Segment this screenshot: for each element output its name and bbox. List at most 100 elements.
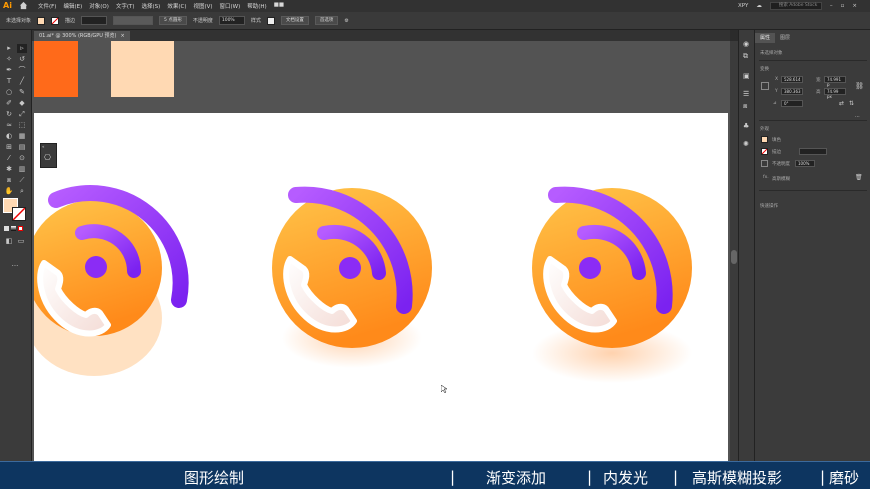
lasso-icon[interactable]: ↺ (17, 55, 27, 64)
x-field[interactable]: 528.614 (781, 76, 803, 83)
symbol-icon[interactable]: ⎔ (44, 153, 51, 162)
workspace-switcher[interactable]: XPY (738, 3, 748, 9)
close-tab-icon[interactable]: × (120, 33, 124, 39)
eyedropper-icon[interactable]: ⁄ (4, 154, 14, 163)
appearance-title: 外观 (760, 127, 769, 132)
perspective-grid-icon[interactable]: ▦ (17, 132, 27, 141)
orange-swatch-square[interactable] (34, 41, 78, 97)
minimize-icon[interactable]: – (830, 3, 833, 9)
flip-horizontal-icon[interactable]: ⇄ (839, 100, 844, 107)
properties-panel-icon[interactable]: ◉ (743, 40, 749, 48)
width-field[interactable]: 74.991 p (824, 76, 846, 87)
blend-tool-icon[interactable]: ⊙ (17, 154, 27, 163)
color-mode-icon[interactable] (4, 226, 9, 231)
gradient-mode-icon[interactable] (11, 226, 16, 231)
constrain-link-icon[interactable]: ⛓ (855, 82, 864, 90)
curvature-tool-icon[interactable]: ⌒ (17, 66, 27, 75)
trash-icon[interactable]: 🗑 (855, 174, 863, 181)
variable-width-profile[interactable] (113, 16, 154, 25)
floating-tool-panel: « ⎔ (40, 143, 57, 168)
tab-layers[interactable]: 图层 (775, 33, 795, 43)
phone-icon-draft[interactable] (34, 185, 189, 376)
opacity-label: 不透明度 (192, 18, 213, 24)
more-tools-icon[interactable]: ··· (10, 262, 20, 271)
shape-builder-icon[interactable]: ◐ (4, 132, 14, 141)
opacity-field-panel[interactable]: 100% (795, 160, 815, 167)
rotate-tool-icon[interactable]: ↻ (4, 110, 14, 119)
close-icon[interactable]: × (852, 3, 857, 9)
menu-edit[interactable]: 编辑(E) (63, 2, 82, 10)
peach-swatch-square[interactable] (111, 41, 174, 97)
fill-swatch-panel[interactable] (761, 136, 768, 143)
shaper-tool-icon[interactable]: ✐ (4, 99, 14, 108)
document-setup-button[interactable]: 文档设置 (280, 16, 309, 25)
style-swatch[interactable] (266, 16, 275, 25)
selection-tool-icon[interactable]: ▸ (4, 44, 14, 53)
cloud-icon[interactable]: ☁ (756, 3, 762, 9)
collapse-icon[interactable]: « (42, 144, 44, 149)
brush-definition[interactable]: 5 点圆形 (159, 16, 187, 25)
menu-view[interactable]: 视图(V) (193, 2, 212, 10)
height-field[interactable]: 74.99 px (824, 88, 846, 99)
direct-selection-tool-icon[interactable]: ▹ (17, 44, 27, 53)
stroke-weight-field[interactable] (799, 148, 827, 155)
eraser-icon[interactable]: ◆ (17, 99, 27, 108)
draw-mode-icon[interactable]: ◧ (4, 237, 14, 246)
scale-tool-icon[interactable]: ⤢ (17, 110, 27, 119)
menu-select[interactable]: 选择(S) (142, 2, 161, 10)
tab-properties[interactable]: 属性 (755, 33, 776, 43)
flip-vertical-icon[interactable]: ⇅ (849, 100, 854, 107)
gaussian-blur-effect[interactable]: 高斯模糊 (772, 176, 790, 182)
y-field[interactable]: 380.363 (781, 88, 803, 95)
angle-field[interactable]: 0° (781, 100, 803, 107)
artboard-tool-icon[interactable]: ⧈ (4, 176, 14, 185)
home-icon[interactable] (19, 1, 28, 10)
libraries-panel-icon[interactable]: ⧉ (743, 52, 748, 61)
stroke-width-field[interactable] (81, 16, 108, 25)
menu-file[interactable]: 文件(F) (38, 2, 56, 10)
slice-tool-icon[interactable]: ⟋ (17, 176, 27, 185)
column-graph-icon[interactable]: ▥ (17, 165, 27, 174)
type-tool-icon[interactable]: T (4, 77, 14, 86)
arrange-icon[interactable]: ⚙ (344, 18, 348, 24)
menu-help[interactable]: 帮助(H) (247, 2, 266, 10)
preferences-button[interactable]: 首选项 (314, 16, 339, 25)
reference-point-icon[interactable] (761, 82, 769, 90)
ellipse-tool-icon[interactable]: ○ (4, 88, 14, 97)
document-tab[interactable]: 01.ai* @ 300% (RGB/GPU 预览) × (34, 31, 130, 41)
zoom-tool-icon[interactable]: ⌕ (17, 187, 27, 196)
transform-panel-icon[interactable]: ⧈ (743, 102, 747, 111)
artboards-panel-icon[interactable]: ▣ (743, 72, 750, 80)
stock-search-input[interactable]: 搜索 Adobe Stock (769, 2, 822, 10)
gradient-tool-icon[interactable]: ▤ (17, 143, 27, 152)
line-tool-icon[interactable]: ╱ (17, 77, 27, 86)
symbol-sprayer-icon[interactable]: ✱ (4, 165, 14, 174)
menu-window[interactable]: 窗口(W) (220, 2, 241, 10)
screen-mode-icon[interactable]: ▭ (16, 237, 26, 246)
pen-tool-icon[interactable]: ✒ (4, 66, 14, 75)
phone-icon-final[interactable] (532, 186, 692, 383)
magic-wand-icon[interactable]: ✧ (4, 55, 14, 64)
phone-icon-gradient[interactable] (272, 186, 432, 368)
free-transform-icon[interactable]: ⬚ (17, 121, 27, 130)
width-tool-icon[interactable]: ≈ (4, 121, 14, 130)
symbols-panel-icon[interactable]: ♣ (743, 122, 749, 130)
menu-object[interactable]: 对象(O) (89, 2, 109, 10)
hand-tool-icon[interactable]: ✋ (4, 187, 14, 196)
fill-swatch[interactable] (37, 16, 46, 25)
artwork-canvas[interactable] (34, 113, 728, 461)
scrollbar-thumb[interactable] (731, 250, 737, 264)
mesh-tool-icon[interactable]: ⊞ (4, 143, 14, 152)
stroke-swatch-panel[interactable] (761, 148, 768, 155)
align-panel-icon[interactable]: ☰ (743, 90, 749, 98)
menu-type[interactable]: 文字(T) (116, 2, 135, 10)
stroke-swatch[interactable] (51, 16, 60, 25)
stroke-color-box[interactable] (12, 207, 26, 221)
maximize-icon[interactable]: ▫ (841, 3, 845, 9)
opacity-field[interactable]: 100% (218, 16, 245, 25)
menu-effect[interactable]: 效果(C) (167, 2, 186, 10)
layout-menu[interactable]: ■■ (274, 2, 284, 10)
appearance-panel-icon[interactable]: ✺ (743, 140, 749, 148)
none-mode-icon[interactable] (18, 226, 23, 231)
paintbrush-icon[interactable]: ✎ (17, 88, 27, 97)
